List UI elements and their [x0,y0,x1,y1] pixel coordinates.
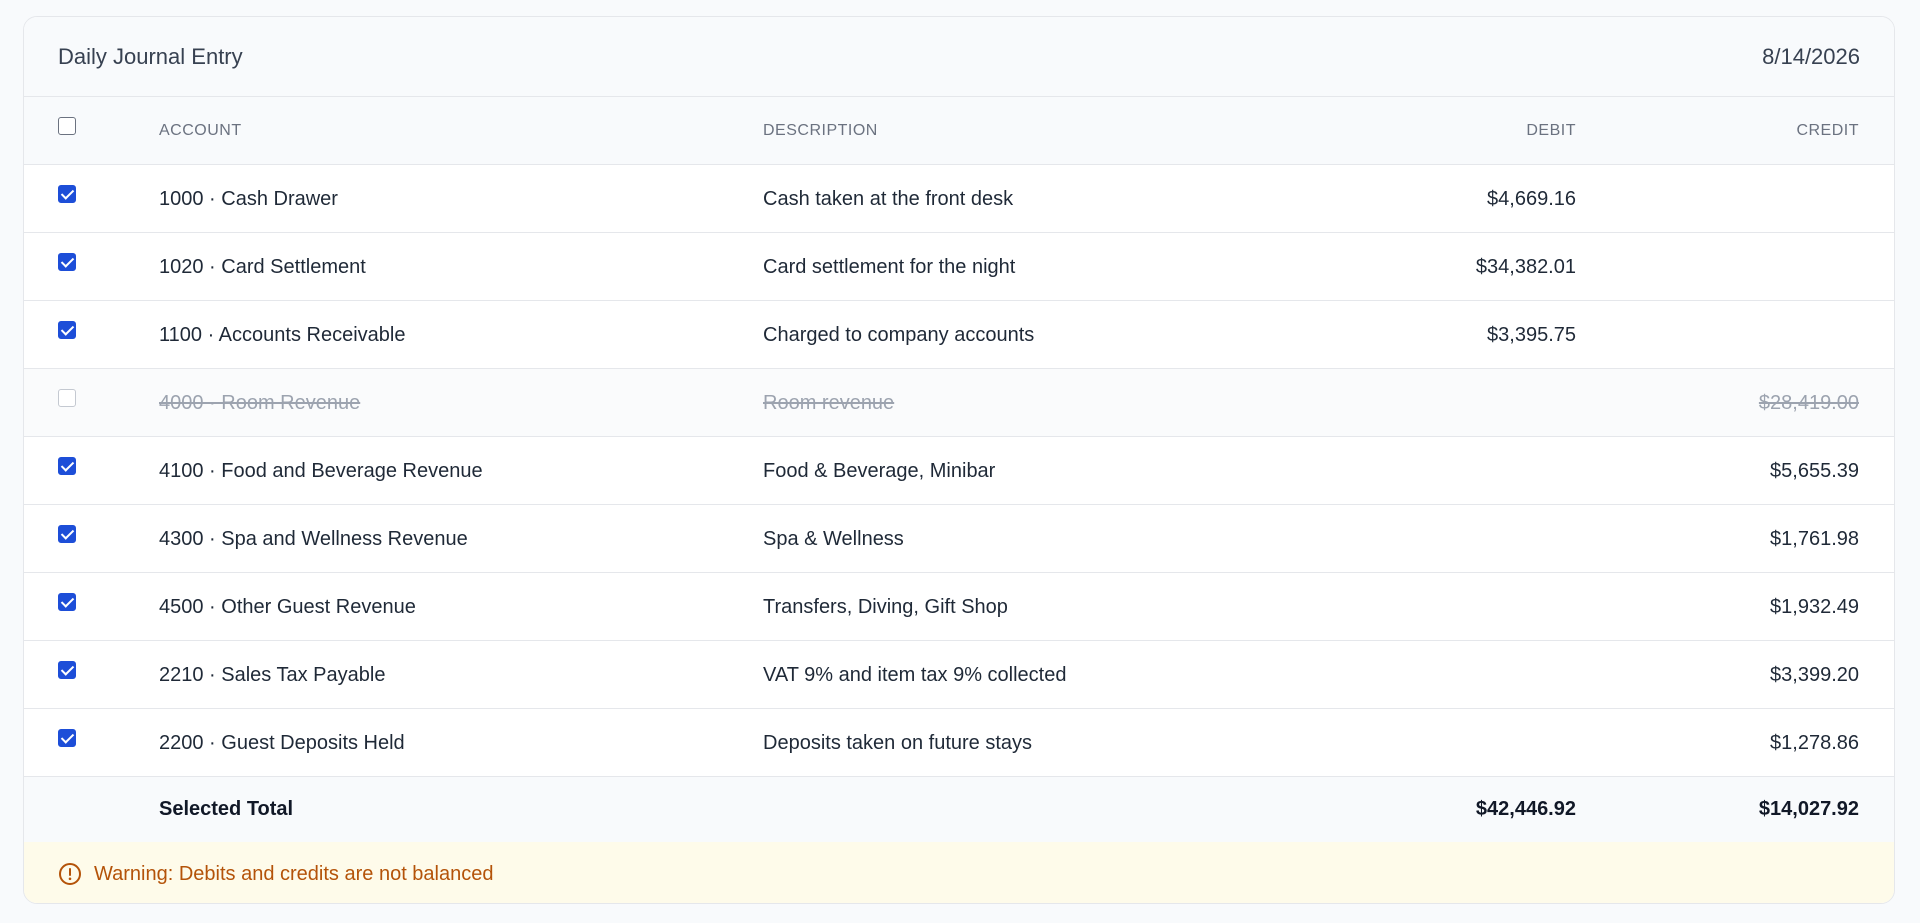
description-cell: Deposits taken on future stays [763,732,1033,754]
account-cell: 4500 · Other Guest Revenue [159,596,416,618]
table-header: ACCOUNT DESCRIPTION DEBIT CREDIT [24,97,1894,165]
description-cell: VAT 9% and item tax 9% collected [763,664,1067,686]
row-checkbox[interactable] [58,524,76,543]
credit-cell [1599,301,1859,369]
account-cell: 1100 · Accounts Receivable [159,324,406,346]
account-cell: 2200 · Guest Deposits Held [159,732,405,754]
credit-cell: $1,761.98 [1770,528,1859,550]
description-cell: Food & Beverage, Minibar [763,460,996,482]
row-checkbox[interactable] [58,388,76,407]
row-checkbox[interactable] [58,728,76,747]
credit-cell [1599,233,1859,301]
description-cell: Card settlement for the night [763,256,1016,278]
total-credit: $14,027.92 [1758,798,1859,820]
description-cell: Spa & Wellness [763,528,904,550]
column-header-account[interactable]: ACCOUNT [159,97,739,165]
account-cell: 1000 · Cash Drawer [159,188,338,210]
credit-cell: $1,278.86 [1770,732,1859,754]
row-checkbox[interactable] [58,320,76,339]
row-checkbox[interactable] [58,252,76,271]
description-cell: Room revenue [763,392,895,414]
row-check-cell [58,709,78,777]
description-cell: Transfers, Diving, Gift Shop [763,596,1008,618]
table-row[interactable]: 1100 · Accounts Receivable Charged to com… [24,301,1894,369]
table-row[interactable]: 4300 · Spa and Wellness Revenue Spa & Wel… [24,505,1894,573]
table-row[interactable]: 2210 · Sales Tax Payable VAT 9% and item … [24,641,1894,709]
total-label: Selected Total [159,798,294,820]
journal-entry-card: Daily Journal Entry 8/14/2026 ACCOUNT DE… [23,16,1895,904]
table-row[interactable]: 4100 · Food and Beverage Revenue Food & B… [24,437,1894,505]
row-checkbox[interactable] [58,660,76,679]
row-check-cell [58,641,78,709]
debit-cell: $4,669.16 [1487,188,1576,210]
credit-cell: $1,932.49 [1770,596,1859,618]
warning-text: Warning: Debits and credits are not bala… [94,862,494,885]
debit-cell [1276,505,1576,573]
alert-circle-icon [59,863,81,885]
page-title: Daily Journal Entry [58,43,243,69]
account-cell: 1020 · Card Settlement [159,256,366,278]
row-checkbox[interactable] [58,184,76,203]
row-checkbox[interactable] [58,456,76,475]
debit-cell [1276,369,1576,437]
card-header: Daily Journal Entry 8/14/2026 [24,17,1894,97]
description-cell: Charged to company accounts [763,324,1035,346]
entry-date: 8/14/2026 [1762,43,1860,69]
column-header-debit[interactable]: DEBIT [1276,97,1576,165]
select-all-cell [58,97,78,165]
column-header-credit[interactable]: CREDIT [1599,97,1859,165]
debit-cell: $34,382.01 [1475,256,1576,278]
debit-cell [1276,709,1576,777]
debit-cell [1276,437,1576,505]
total-row: Selected Total $42,446.92 $14,027.92 [24,777,1894,842]
credit-cell [1599,165,1859,233]
account-cell: 4300 · Spa and Wellness Revenue [159,528,468,550]
account-cell: 4100 · Food and Beverage Revenue [159,460,483,482]
row-check-cell [58,301,78,369]
credit-cell: $3,399.20 [1770,664,1859,686]
journal-rows: 1000 · Cash Drawer Cash taken at the fron… [24,165,1894,777]
row-check-cell [58,233,78,301]
table-row[interactable]: 1000 · Cash Drawer Cash taken at the fron… [24,165,1894,233]
row-check-cell [58,573,78,641]
row-check-cell [58,437,78,505]
table-row[interactable]: 4500 · Other Guest Revenue Transfers, Div… [24,573,1894,641]
table-row[interactable]: 2200 · Guest Deposits Held Deposits taken… [24,709,1894,777]
debit-cell [1276,573,1576,641]
column-header-description[interactable]: DESCRIPTION [763,97,1323,165]
total-debit: $42,446.92 [1475,798,1576,820]
row-check-cell [58,505,78,573]
debit-cell [1276,641,1576,709]
balance-warning: Warning: Debits and credits are not bala… [24,842,1894,903]
select-all-checkbox[interactable] [58,116,76,135]
table-row[interactable]: 1020 · Card Settlement Card settlement fo… [24,233,1894,301]
description-cell: Cash taken at the front desk [763,188,1014,210]
account-cell: 2210 · Sales Tax Payable [159,664,386,686]
credit-cell: $28,419.00 [1758,392,1859,414]
row-check-cell [58,165,78,233]
credit-cell: $5,655.39 [1770,460,1859,482]
row-check-cell [58,369,78,437]
account-cell: 4000 · Room Revenue [159,392,361,414]
row-checkbox[interactable] [58,592,76,611]
table-row[interactable]: 4000 · Room Revenue Room revenue $28,419.0… [24,369,1894,437]
debit-cell: $3,395.75 [1487,324,1576,346]
